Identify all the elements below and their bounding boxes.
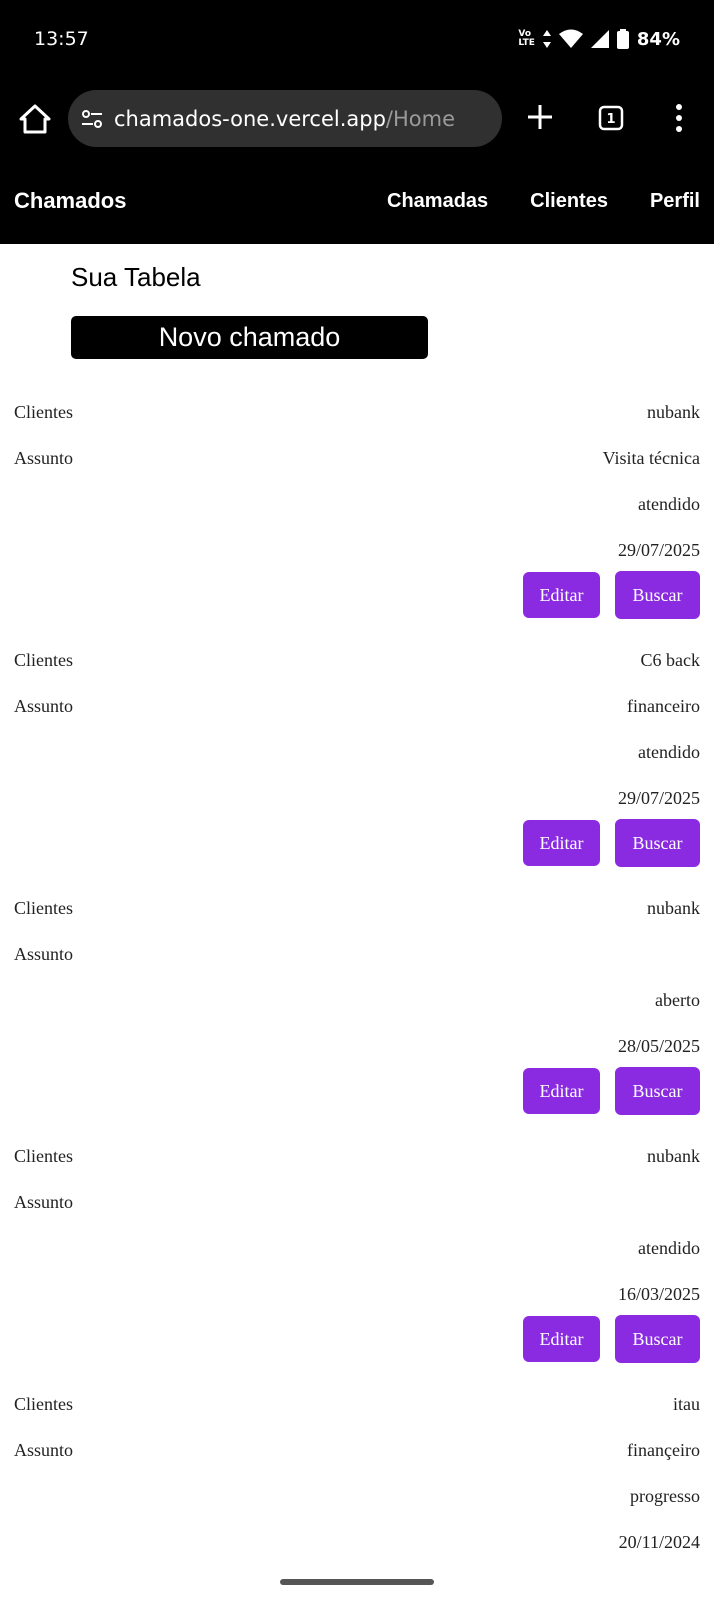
ticket-date: 16/03/2025 bbox=[617, 1284, 700, 1304]
ticket-row: Assunto finançeiro bbox=[0, 1426, 714, 1472]
ticket-actions: Editar Buscar bbox=[0, 819, 714, 884]
edit-button[interactable]: Editar bbox=[523, 1068, 600, 1114]
ticket-card: Clientes C6 back Assunto financeiro aten… bbox=[0, 636, 714, 884]
nav-link-chamadas[interactable]: Chamadas bbox=[387, 190, 488, 213]
ticket-row: Assunto bbox=[0, 1178, 714, 1224]
browser-toolbar: chamados-one.vercel.app/Home 1 bbox=[0, 80, 714, 162]
home-icon[interactable] bbox=[18, 102, 52, 136]
ticket-row: aberto bbox=[0, 976, 714, 1022]
nav-links: Chamadas Clientes Perfil bbox=[387, 190, 700, 213]
more-menu-icon[interactable] bbox=[672, 102, 686, 134]
brand-logo[interactable]: Chamados bbox=[14, 188, 126, 214]
assunto-label: Assunto bbox=[14, 1192, 74, 1212]
assunto-label: Assunto bbox=[14, 448, 74, 468]
ticket-row: atendido bbox=[0, 728, 714, 774]
ticket-assunto: financeiro bbox=[627, 696, 700, 716]
ticket-list: Clientes nubank Assunto Visita técnica a… bbox=[0, 388, 714, 1564]
search-button[interactable]: Buscar bbox=[615, 1315, 700, 1363]
url-host: chamados-one.vercel.app bbox=[114, 106, 386, 131]
tab-switcher-icon[interactable]: 1 bbox=[598, 105, 624, 131]
ticket-row: Assunto financeiro bbox=[0, 682, 714, 728]
ticket-row: 29/07/2025 bbox=[0, 774, 714, 820]
ticket-row: Clientes nubank bbox=[0, 884, 714, 930]
edit-button[interactable]: Editar bbox=[523, 820, 600, 866]
clientes-label: Clientes bbox=[14, 1146, 73, 1166]
ticket-card: Clientes itau Assunto finançeiro progres… bbox=[0, 1380, 714, 1564]
ticket-row: Assunto bbox=[0, 930, 714, 976]
ticket-row: progresso bbox=[0, 1472, 714, 1518]
clientes-label: Clientes bbox=[14, 898, 73, 918]
ticket-row: Assunto Visita técnica bbox=[0, 434, 714, 480]
ticket-card: Clientes nubank Assunto atendido 16/03/2… bbox=[0, 1132, 714, 1380]
url-path: /Home bbox=[385, 106, 456, 131]
ticket-actions: Editar Buscar bbox=[0, 1315, 714, 1380]
site-settings-icon[interactable] bbox=[80, 107, 104, 131]
nav-link-clientes[interactable]: Clientes bbox=[530, 190, 608, 213]
edit-button[interactable]: Editar bbox=[523, 572, 600, 618]
search-button[interactable]: Buscar bbox=[615, 1067, 700, 1115]
ticket-actions: Editar Buscar bbox=[0, 1067, 714, 1132]
clientes-label: Clientes bbox=[14, 402, 73, 422]
ticket-cliente: nubank bbox=[647, 898, 700, 918]
ticket-row: 16/03/2025 bbox=[0, 1270, 714, 1316]
ticket-date: 20/11/2024 bbox=[618, 1532, 700, 1552]
search-button[interactable]: Buscar bbox=[615, 819, 700, 867]
status-icons: Vo LTE 84% bbox=[518, 26, 680, 52]
status-bar: 13:57 Vo LTE 84% bbox=[0, 0, 714, 80]
ticket-status: aberto bbox=[655, 990, 700, 1010]
ticket-actions: Editar Buscar bbox=[0, 571, 714, 636]
page-title: Sua Tabela bbox=[71, 262, 201, 292]
data-arrows-icon bbox=[542, 30, 551, 48]
search-button[interactable]: Buscar bbox=[615, 571, 700, 619]
ticket-assunto: finançeiro bbox=[627, 1440, 700, 1460]
ticket-row: 29/07/2025 bbox=[0, 526, 714, 572]
ticket-assunto: Visita técnica bbox=[602, 448, 700, 468]
ticket-date: 29/07/2025 bbox=[617, 788, 700, 808]
ticket-status: atendido bbox=[638, 742, 700, 762]
ticket-row: Clientes C6 back bbox=[0, 636, 714, 682]
ticket-cliente: itau bbox=[673, 1394, 700, 1414]
gesture-handle[interactable] bbox=[280, 1579, 434, 1585]
ticket-row: 28/05/2025 bbox=[0, 1022, 714, 1068]
edit-button[interactable]: Editar bbox=[523, 1316, 600, 1362]
ticket-cliente: nubank bbox=[647, 1146, 700, 1166]
url-text: chamados-one.vercel.app/Home bbox=[114, 107, 455, 131]
ticket-card: Clientes nubank Assunto Visita técnica a… bbox=[0, 388, 714, 636]
status-time: 13:57 bbox=[34, 28, 89, 50]
volte-icon: Vo LTE bbox=[518, 29, 535, 48]
ticket-cliente: nubank bbox=[647, 402, 700, 422]
clientes-label: Clientes bbox=[14, 650, 73, 670]
tab-count: 1 bbox=[606, 112, 615, 127]
ticket-row: atendido bbox=[0, 480, 714, 526]
nav-link-perfil[interactable]: Perfil bbox=[650, 190, 700, 213]
address-bar[interactable]: chamados-one.vercel.app/Home bbox=[68, 90, 502, 147]
ticket-row: Clientes nubank bbox=[0, 388, 714, 434]
app-navbar: Chamados Chamadas Clientes Perfil bbox=[0, 162, 714, 244]
assunto-label: Assunto bbox=[14, 1440, 74, 1460]
ticket-date: 29/07/2025 bbox=[617, 540, 700, 560]
wifi-icon bbox=[558, 29, 583, 48]
ticket-row: Clientes itau bbox=[0, 1380, 714, 1426]
assunto-label: Assunto bbox=[14, 944, 74, 964]
signal-icon bbox=[590, 30, 609, 48]
ticket-status: atendido bbox=[638, 494, 700, 514]
assunto-label: Assunto bbox=[14, 696, 74, 716]
ticket-status: progresso bbox=[630, 1486, 700, 1506]
battery-level: 84% bbox=[636, 28, 680, 50]
ticket-cliente: C6 back bbox=[640, 650, 700, 670]
new-tab-icon[interactable] bbox=[525, 102, 555, 132]
clientes-label: Clientes bbox=[14, 1394, 73, 1414]
ticket-row: 20/11/2024 bbox=[0, 1518, 714, 1564]
battery-icon bbox=[616, 29, 629, 49]
new-ticket-button[interactable]: Novo chamado bbox=[71, 316, 428, 359]
ticket-row: Clientes nubank bbox=[0, 1132, 714, 1178]
ticket-status: atendido bbox=[638, 1238, 700, 1258]
ticket-date: 28/05/2025 bbox=[617, 1036, 700, 1056]
ticket-card: Clientes nubank Assunto aberto 28/05/202… bbox=[0, 884, 714, 1132]
ticket-row: atendido bbox=[0, 1224, 714, 1270]
